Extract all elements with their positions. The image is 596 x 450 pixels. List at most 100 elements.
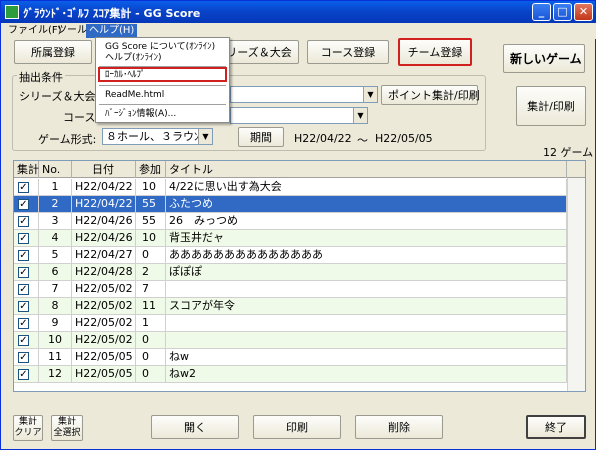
help-dropdown-menu: GG Score について(ｵﾝﾗｲﾝ) ヘルプ(ｵﾝﾗｲﾝ) ﾛｰｶﾙ･ﾍﾙﾌ… [95, 37, 230, 123]
row-title: ああああああああああああああ [166, 247, 567, 264]
game-count: 12 ゲーム [543, 146, 594, 159]
row-count: 10 [136, 179, 166, 196]
table-row[interactable]: ✓ 6 H22/04/28 2 ぽぽぽ [14, 264, 567, 281]
row-tally-checkbox[interactable]: ✓ [14, 230, 39, 247]
table-row[interactable]: ✓ 12 H22/05/05 0 ねw2 [14, 366, 567, 383]
row-title: ねw [166, 349, 567, 366]
close-button[interactable]: ✕ [574, 3, 593, 21]
row-no: 5 [39, 247, 72, 264]
chevron-down-icon: ▼ [353, 108, 367, 123]
series-label: シリーズ＆大会 [19, 90, 96, 103]
chevron-down-icon: ▼ [198, 129, 212, 144]
exit-button[interactable]: 終了 [526, 415, 586, 439]
main-window: ｸﾞﾗｳﾝﾄﾞ･ｺﾞﾙﾌ ｽｺｱ集計 - GG Score _ □ ✕ ファイル… [0, 0, 596, 450]
table-row[interactable]: ✓ 7 H22/05/02 7 [14, 281, 567, 298]
menu-help[interactable]: ヘルプ(H) [86, 24, 138, 38]
row-title [166, 315, 567, 332]
period-start: H22/04/22 [294, 132, 352, 145]
row-count: 0 [136, 247, 166, 264]
row-tally-checkbox[interactable]: ✓ [14, 332, 39, 349]
minimize-button[interactable]: _ [532, 3, 551, 21]
print-button[interactable]: 印刷 [253, 415, 341, 439]
game-format-combo[interactable]: ８ホール、３ラウﾝﾄﾞ ▼ [102, 128, 213, 145]
table-scrollbar[interactable] [567, 178, 585, 391]
row-no: 8 [39, 298, 72, 315]
header-date[interactable]: 日付 [72, 161, 136, 178]
table-row[interactable]: ✓ 10 H22/05/02 0 [14, 332, 567, 349]
series-combo[interactable]: ▼ [230, 86, 378, 103]
table-row[interactable]: ✓ 9 H22/05/02 1 [14, 315, 567, 332]
clear-tally-button[interactable]: 集計 クリア [13, 415, 43, 441]
game-format-label: ゲーム形式: [38, 133, 97, 146]
row-date: H22/04/27 [72, 247, 136, 264]
row-no: 4 [39, 230, 72, 247]
menu-item-online-help[interactable]: ヘルプ(ｵﾝﾗｲﾝ) [105, 52, 162, 64]
row-tally-checkbox[interactable]: ✓ [14, 264, 39, 281]
row-count: 0 [136, 349, 166, 366]
table-row[interactable]: ✓ 4 H22/04/26 10 背玉井だャ [14, 230, 567, 247]
row-no: 7 [39, 281, 72, 298]
row-date: H22/05/02 [72, 281, 136, 298]
row-count: 11 [136, 298, 166, 315]
table-row[interactable]: ✓ 5 H22/04/27 0 ああああああああああああああ [14, 247, 567, 264]
header-no[interactable]: No. [39, 161, 72, 178]
row-date: H22/05/05 [72, 366, 136, 383]
row-count: 7 [136, 281, 166, 298]
chevron-down-icon: ▼ [363, 87, 377, 102]
team-register-button[interactable]: チーム登録 [398, 38, 472, 66]
game-list-table: 集計 No. 日付 参加 タイトル ✓ 1 H22/04/22 10 4/22に思い出す… [13, 160, 586, 392]
table-row[interactable]: ✓ 11 H22/05/05 0 ねw [14, 349, 567, 366]
row-date: H22/05/02 [72, 332, 136, 349]
new-game-button[interactable]: 新しいゲーム [503, 44, 585, 73]
header-count[interactable]: 参加 [136, 161, 166, 178]
row-title [166, 281, 567, 298]
checkmark-icon: ✓ [18, 301, 29, 312]
header-tally[interactable]: 集計 [14, 161, 39, 178]
course-label: コース [63, 111, 96, 124]
title-bar: ｸﾞﾗｳﾝﾄﾞ･ｺﾞﾙﾌ ｽｺｱ集計 - GG Score _ □ ✕ [1, 1, 595, 23]
row-tally-checkbox[interactable]: ✓ [14, 298, 39, 315]
affiliation-register-button[interactable]: 所属登録 [14, 40, 92, 64]
checkmark-icon: ✓ [18, 369, 29, 380]
menu-item-readme[interactable]: ReadMe.html [105, 89, 164, 101]
table-row[interactable]: ✓ 2 H22/04/22 55 ふたつめ [14, 196, 567, 213]
row-title: 背玉井だャ [166, 230, 567, 247]
row-tally-checkbox[interactable]: ✓ [14, 281, 39, 298]
row-date: H22/04/26 [72, 213, 136, 230]
menu-item-version[interactable]: ﾊﾞｰｼﾞｮﾝ情報(A)... [105, 108, 176, 120]
header-title[interactable]: タイトル [166, 161, 567, 178]
clear-tally-label-2: クリア [14, 428, 42, 438]
select-all-tally-button[interactable]: 集計 全選択 [51, 415, 83, 441]
row-count: 55 [136, 196, 166, 213]
row-no: 1 [39, 179, 72, 196]
series-register-button[interactable]: リーズ＆大会 [219, 40, 299, 64]
tally-print-button[interactable]: 集計/印刷 [516, 86, 586, 126]
clear-tally-label-1: 集計 [18, 417, 37, 427]
row-tally-checkbox[interactable]: ✓ [14, 247, 39, 264]
game-format-value: ８ホール、３ラウﾝﾄﾞ [106, 130, 211, 143]
table-row[interactable]: ✓ 1 H22/04/22 10 4/22に思い出す為大会 [14, 179, 567, 196]
row-tally-checkbox[interactable]: ✓ [14, 349, 39, 366]
table-row[interactable]: ✓ 3 H22/04/26 55 26 みっつめ [14, 213, 567, 230]
row-tally-checkbox[interactable]: ✓ [14, 315, 39, 332]
app-icon [5, 5, 19, 19]
open-button[interactable]: 開く [151, 415, 239, 439]
row-tally-checkbox[interactable]: ✓ [14, 366, 39, 383]
row-tally-checkbox[interactable]: ✓ [14, 179, 39, 196]
row-title: ぽぽぽ [166, 264, 567, 281]
row-date: H22/04/28 [72, 264, 136, 281]
maximize-button[interactable]: □ [553, 3, 572, 21]
filter-group-label: 抽出条件 [17, 69, 65, 85]
row-tally-checkbox[interactable]: ✓ [14, 213, 39, 230]
row-tally-checkbox[interactable]: ✓ [14, 196, 39, 213]
row-title: 4/22に思い出す為大会 [166, 179, 567, 196]
window-title: ｸﾞﾗｳﾝﾄﾞ･ｺﾞﾙﾌ ｽｺｱ集計 - GG Score [23, 7, 201, 20]
row-no: 11 [39, 349, 72, 366]
point-tally-button[interactable]: ポイント集計/印刷 [381, 85, 480, 105]
table-row[interactable]: ✓ 8 H22/05/02 11 スコアが年令 [14, 298, 567, 315]
delete-button[interactable]: 削除 [355, 415, 443, 439]
course-combo[interactable]: ▼ [230, 107, 368, 124]
course-register-button[interactable]: コース登録 [307, 40, 389, 64]
row-date: H22/05/02 [72, 298, 136, 315]
period-button[interactable]: 期間 [238, 127, 284, 147]
